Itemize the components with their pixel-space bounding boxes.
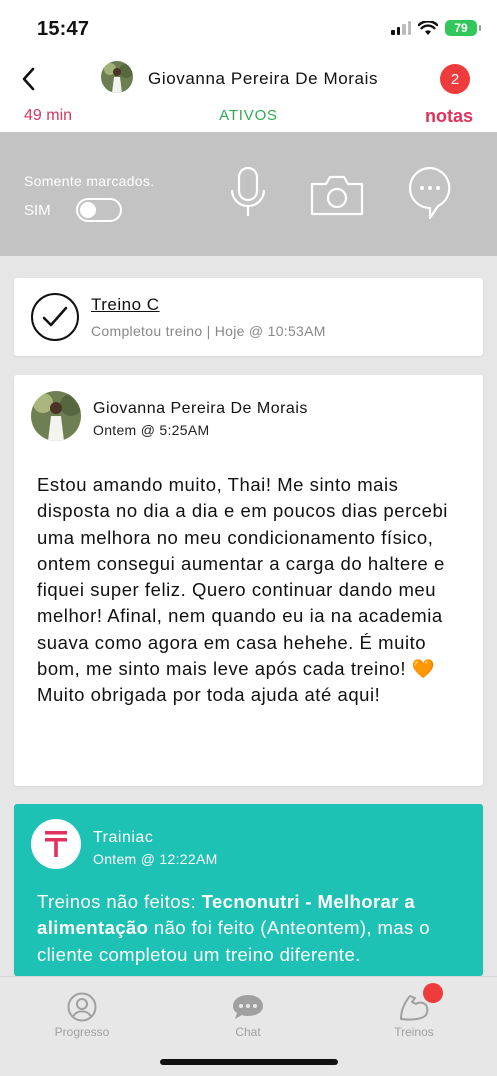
cellular-signal-icon (391, 21, 411, 35)
avatar-photo (101, 61, 133, 93)
back-button[interactable] (14, 62, 42, 96)
chat-filter-button[interactable] (408, 166, 452, 220)
chat-header: Giovanna Pereira De Morais 2 49 min ATIV… (0, 58, 497, 132)
system-body: Treinos não feitos: Tecnonutri - Melhora… (37, 889, 467, 968)
system-time: Ontem @ 12:22AM (93, 851, 218, 867)
chat-bubble-icon (408, 166, 451, 220)
avatar-photo (31, 391, 81, 441)
message-author: Giovanna Pereira De Morais (93, 400, 308, 417)
workout-title[interactable]: Treino C (91, 295, 160, 315)
toggle-knob (80, 202, 96, 218)
home-indicator[interactable] (160, 1059, 338, 1065)
tab-progresso[interactable]: Progresso (32, 992, 132, 1039)
toggle-label: SIM (24, 202, 51, 219)
microphone-icon (230, 166, 266, 216)
status-time: 15:47 (37, 18, 90, 40)
status-active: ATIVOS (219, 107, 278, 124)
check-circle-icon (31, 293, 79, 341)
chat-icon (233, 995, 263, 1019)
tab-label: Progresso (54, 1025, 110, 1039)
trainiac-logo-icon (31, 819, 81, 869)
system-author: Trainiac (93, 829, 154, 846)
avatar[interactable] (101, 61, 133, 93)
avatar (31, 391, 81, 441)
filter-bar: Somente marcados. SIM (0, 132, 497, 256)
contact-name[interactable]: Giovanna Pereira De Morais (148, 69, 378, 89)
tab-treinos[interactable]: Treinos (364, 992, 464, 1039)
camera-icon (310, 175, 364, 216)
status-icons: 79 (391, 20, 481, 36)
notes-link[interactable]: notas (425, 106, 473, 127)
tab-label: Treinos (394, 1025, 434, 1039)
tab-chat[interactable]: Chat (198, 992, 298, 1039)
battery-icon: 79 (445, 20, 481, 36)
message-card: Giovanna Pereira De Morais Ontem @ 5:25A… (14, 375, 483, 786)
record-audio-button[interactable] (229, 166, 267, 220)
notification-badge[interactable]: 2 (440, 64, 470, 94)
marked-only-toggle[interactable] (76, 198, 122, 222)
filter-label: Somente marcados. (24, 173, 155, 189)
wifi-icon (418, 20, 438, 35)
camera-button[interactable] (310, 174, 364, 216)
system-body-prefix: Treinos não feitos: (37, 891, 202, 912)
treinos-notification-dot (423, 983, 443, 1003)
battery-level: 79 (454, 21, 468, 35)
status-bar: 15:47 79 (0, 0, 497, 58)
message-body: Estou amando muito, Thai! Me sinto mais … (37, 474, 448, 706)
workout-completed-card[interactable]: Treino C Completou treino | Hoje @ 10:53… (14, 278, 483, 356)
chevron-left-icon (22, 67, 35, 91)
system-message-card: Trainiac Ontem @ 12:22AM Treinos não fei… (14, 804, 483, 976)
workout-subtitle: Completou treino | Hoje @ 10:53AM (91, 323, 326, 339)
profile-icon (67, 992, 97, 1022)
message-time: Ontem @ 5:25AM (93, 422, 210, 438)
tab-label: Chat (235, 1025, 261, 1039)
